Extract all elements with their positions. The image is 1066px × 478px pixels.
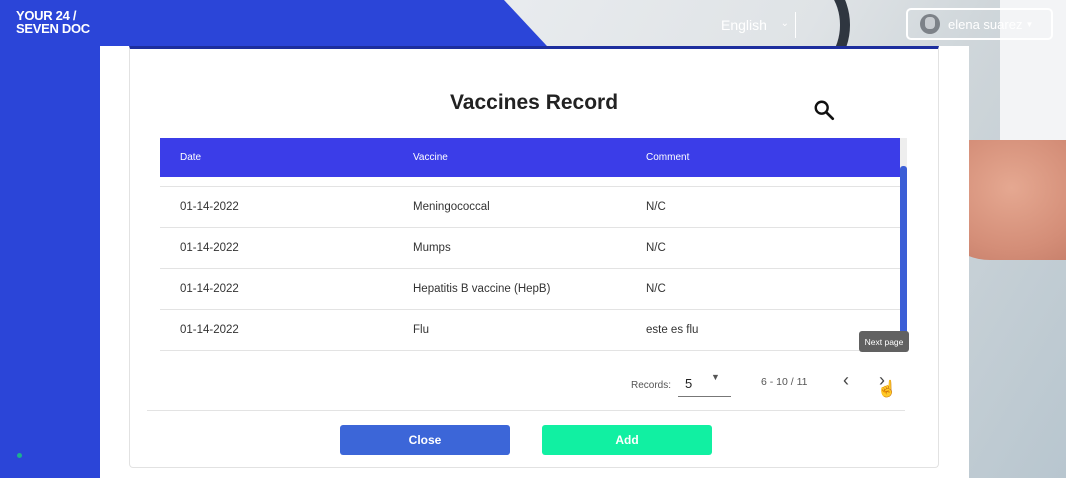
hand-cursor-icon: ☝: [877, 381, 897, 398]
cell-comment: N/C: [646, 242, 666, 254]
footer-divider: [147, 410, 905, 411]
column-comment[interactable]: Comment: [646, 152, 689, 163]
status-dot: [17, 453, 22, 458]
search-icon[interactable]: [813, 99, 835, 121]
cell-date: 01-14-2022: [180, 324, 239, 336]
pagination: Records: 5 ▼ 6 - 10 / 11 ‹ ›: [130, 369, 938, 409]
next-page-tooltip: Next page: [859, 331, 909, 352]
caret-down-icon: ▼: [711, 372, 720, 382]
table-row[interactable]: 01-14-2022 Hepatitis B vaccine (HepB) N/…: [160, 269, 900, 310]
records-value: 5: [685, 376, 693, 391]
cell-vaccine: Flu: [413, 324, 429, 336]
scrollbar-thumb[interactable]: [900, 166, 907, 351]
user-menu-button[interactable]: elena suarez ▼: [906, 8, 1053, 40]
logo-line-2: SEVEN DOC: [16, 21, 90, 36]
vaccines-modal: Vaccines Record Date Vaccine Comment 01-…: [129, 46, 939, 468]
cell-comment: este es flu: [646, 324, 699, 336]
brand-logo[interactable]: YOUR 24 / SEVEN DOC: [16, 9, 90, 35]
cell-comment: N/C: [646, 201, 666, 213]
table-row[interactable]: 01-14-2022 Meningococcal N/C: [160, 187, 900, 228]
close-button[interactable]: Close: [340, 425, 510, 455]
table-row[interactable]: 01-14-2022 Mumps N/C: [160, 228, 900, 269]
vaccines-table: Date Vaccine Comment 01-14-2022 Meningoc…: [160, 138, 907, 351]
cell-vaccine: Meningococcal: [413, 201, 490, 213]
cell-comment: N/C: [646, 283, 666, 295]
records-per-page-select[interactable]: 5: [678, 371, 731, 397]
table-header: Date Vaccine Comment: [160, 138, 900, 177]
cell-date: 01-14-2022: [180, 242, 239, 254]
chevron-down-icon: ⌄: [780, 18, 789, 29]
column-vaccine[interactable]: Vaccine: [413, 152, 448, 163]
cell-date: 01-14-2022: [180, 201, 239, 213]
add-button[interactable]: Add: [542, 425, 712, 455]
avatar-icon: [920, 14, 940, 34]
table-row[interactable]: 01-14-2022 Flu este es flu: [160, 310, 900, 351]
user-name: elena suarez: [948, 16, 1023, 32]
language-label: English: [721, 17, 767, 33]
chevron-left-icon[interactable]: ‹: [843, 370, 849, 391]
language-select[interactable]: English ⌄: [716, 12, 796, 38]
cell-date: 01-14-2022: [180, 283, 239, 295]
table-row-spacer: [160, 177, 900, 187]
page-range: 6 - 10 / 11: [761, 376, 808, 388]
caret-down-icon: ▼: [1025, 19, 1034, 29]
records-label: Records:: [631, 380, 672, 391]
cell-vaccine: Hepatitis B vaccine (HepB): [413, 283, 551, 295]
cell-vaccine: Mumps: [413, 242, 451, 254]
column-date[interactable]: Date: [180, 152, 201, 163]
